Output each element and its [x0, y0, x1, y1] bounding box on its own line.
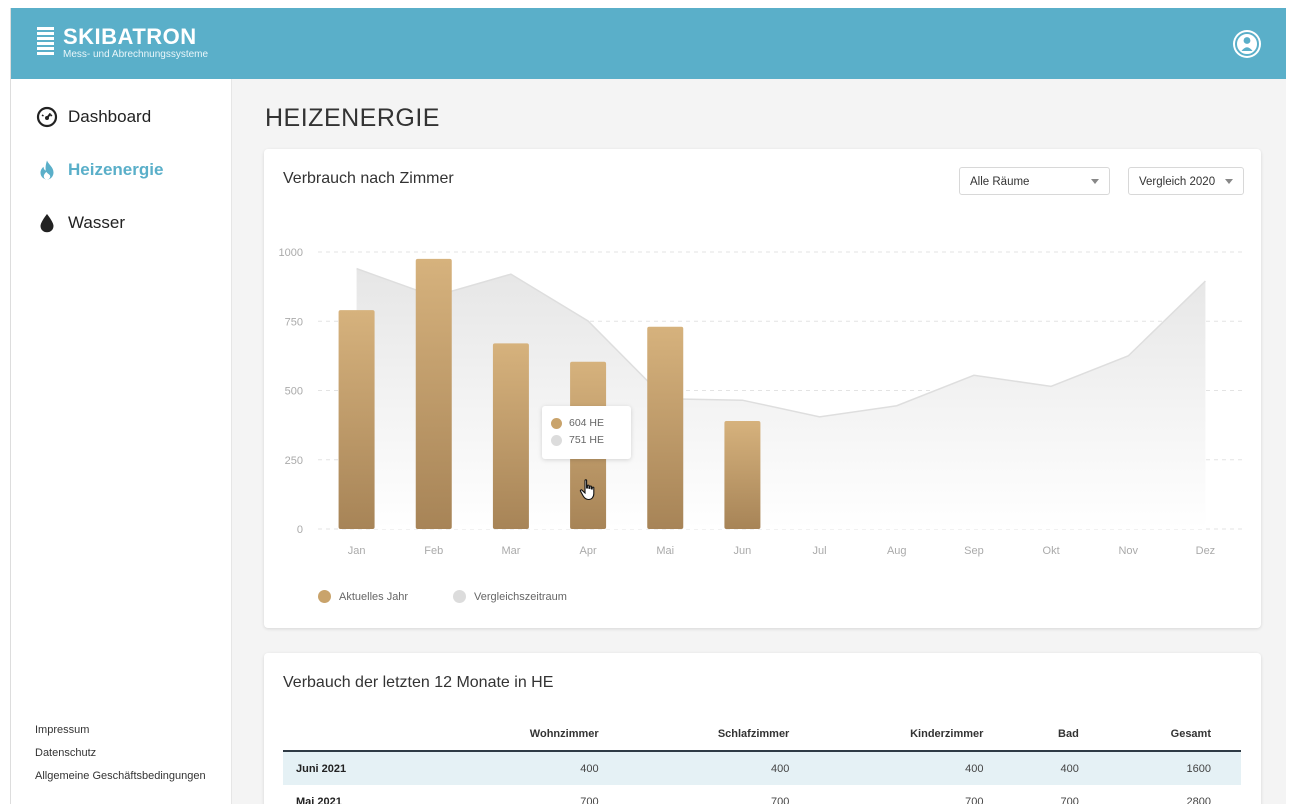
sidebar-item-wasser[interactable]: Wasser: [36, 210, 125, 236]
legend-label: Vergleichszeitraum: [474, 590, 567, 603]
legend-current[interactable]: Aktuelles Jahr: [318, 590, 408, 603]
brand-logo[interactable]: SKIBATRON Mess- und Abrechnungssysteme: [37, 26, 208, 61]
y-tick-label: 500: [285, 386, 303, 398]
page-title: HEIZENERGIE: [265, 104, 440, 132]
bar-mar: [492, 343, 529, 529]
y-tick-label: 0: [297, 524, 303, 536]
x-tick-label: Sep: [964, 545, 984, 557]
table-cell-month: Juni 2021: [283, 751, 443, 785]
table-cell: 700: [770, 796, 790, 804]
x-tick-label: Feb: [424, 545, 443, 557]
x-tick-label: Nov: [1118, 545, 1138, 557]
drop-icon: [36, 212, 58, 234]
app-frame: SKIBATRON Mess- und Abrechnungssysteme D…: [10, 8, 1286, 804]
y-tick-label: 750: [285, 316, 303, 328]
top-bar: SKIBATRON Mess- und Abrechnungssysteme: [11, 8, 1286, 79]
flame-icon: [36, 159, 58, 181]
table-cell: 400: [819, 751, 1014, 785]
brand-subtitle: Mess- und Abrechnungssysteme: [63, 49, 209, 60]
column-header: Kinderzimmer: [819, 717, 1014, 752]
table-cell: 700: [1060, 796, 1079, 804]
legend-dot: [551, 418, 562, 429]
column-header: [283, 717, 443, 752]
tooltip-current-row: 604 HE: [551, 415, 622, 432]
y-tick-label: 250: [285, 455, 303, 467]
sidebar-item-label: Heizenergie: [68, 160, 164, 179]
datenschutz-link[interactable]: Datenschutz: [35, 742, 206, 765]
x-tick-label: Jul: [813, 545, 827, 557]
x-tick-label: Dez: [1196, 545, 1216, 557]
bar-feb: [415, 258, 452, 529]
user-icon[interactable]: [1233, 30, 1261, 58]
column-header: Wohnzimmer: [443, 717, 629, 752]
tooltip-current-value: 604 HE: [569, 417, 605, 429]
table-cell: 700: [580, 796, 599, 804]
x-tick-label: Apr: [580, 545, 597, 557]
sidebar-item-heizenergie[interactable]: Heizenergie: [36, 157, 163, 183]
x-tick-label: Mar: [501, 545, 520, 557]
table-card-title: Verbauch der letzten 12 Monate in HE: [283, 674, 554, 691]
hand-cursor-icon: [579, 479, 595, 501]
footer-links: Impressum Datenschutz Allgemeine Geschäf…: [35, 719, 206, 788]
x-tick-label: Mai: [656, 545, 674, 557]
bar-mai: [647, 326, 684, 529]
bar-jun: [724, 420, 761, 529]
series-area-vergleichszeitraum: [356, 268, 1206, 529]
sidebar-item-label: Dashboard: [68, 107, 152, 126]
agb-link[interactable]: Allgemeine Geschäftsbedingungen: [35, 765, 206, 788]
x-tick-label: Okt: [1043, 545, 1060, 557]
table-header-row: Wohnzimmer Schlafzimmer Kinderzimmer Bad…: [283, 717, 1241, 752]
bar-jan: [338, 310, 375, 529]
table-cell: 400: [628, 751, 820, 785]
x-tick-label: Aug: [887, 545, 907, 557]
column-header: Bad: [1013, 717, 1109, 752]
sidebar-item-dashboard[interactable]: Dashboard: [36, 104, 151, 130]
column-header: Gesamt: [1108, 717, 1241, 752]
x-tick-label: Jan: [348, 545, 366, 557]
chart-tooltip: 604 HE 751 HE: [542, 406, 631, 459]
legend-dot: [551, 435, 562, 446]
y-tick-label: 1000: [279, 247, 303, 259]
gauge-icon: [36, 106, 58, 128]
table-row[interactable]: Juni 2021 400 400 400 400 1600: [283, 751, 1241, 785]
consumption-table: Wohnzimmer Schlafzimmer Kinderzimmer Bad…: [283, 717, 1241, 804]
table-cell-month: Mai 2021: [296, 796, 342, 804]
tooltip-compare-row: 751 HE: [551, 432, 622, 449]
sidebar: Dashboard Heizenergie Wasser Impressum D…: [11, 79, 232, 804]
legend-dot: [318, 590, 331, 603]
table-cell: 700: [965, 796, 984, 804]
column-header: Schlafzimmer: [628, 717, 820, 752]
consumption-chart-card: Verbrauch nach Zimmer Alle Räume Verglei…: [264, 149, 1261, 628]
legend-dot: [453, 590, 466, 603]
table-row[interactable]: Mai 2021 700 700 700 700 2800: [283, 785, 1241, 804]
table-cell: 400: [443, 751, 629, 785]
table-cell: 400: [1013, 751, 1109, 785]
consumption-table-card: Verbauch der letzten 12 Monate in HE Woh…: [264, 653, 1261, 804]
bar-chart: 0 250 500 750 1000 Jan Feb Mar Apr Mai Jun Jul Aug S…: [279, 247, 1244, 557]
brand-name: SKIBATRON: [63, 24, 197, 49]
tooltip-compare-value: 751 HE: [569, 434, 605, 446]
logo-bars-icon: [37, 27, 54, 59]
impressum-link[interactable]: Impressum: [35, 719, 206, 742]
legend-label: Aktuelles Jahr: [339, 590, 409, 603]
table-cell: 1600: [1108, 751, 1241, 785]
legend-compare[interactable]: Vergleichszeitraum: [453, 590, 567, 603]
x-tick-label: Jun: [734, 545, 752, 557]
sidebar-item-label: Wasser: [68, 213, 125, 232]
table-cell: 2800: [1186, 796, 1211, 804]
